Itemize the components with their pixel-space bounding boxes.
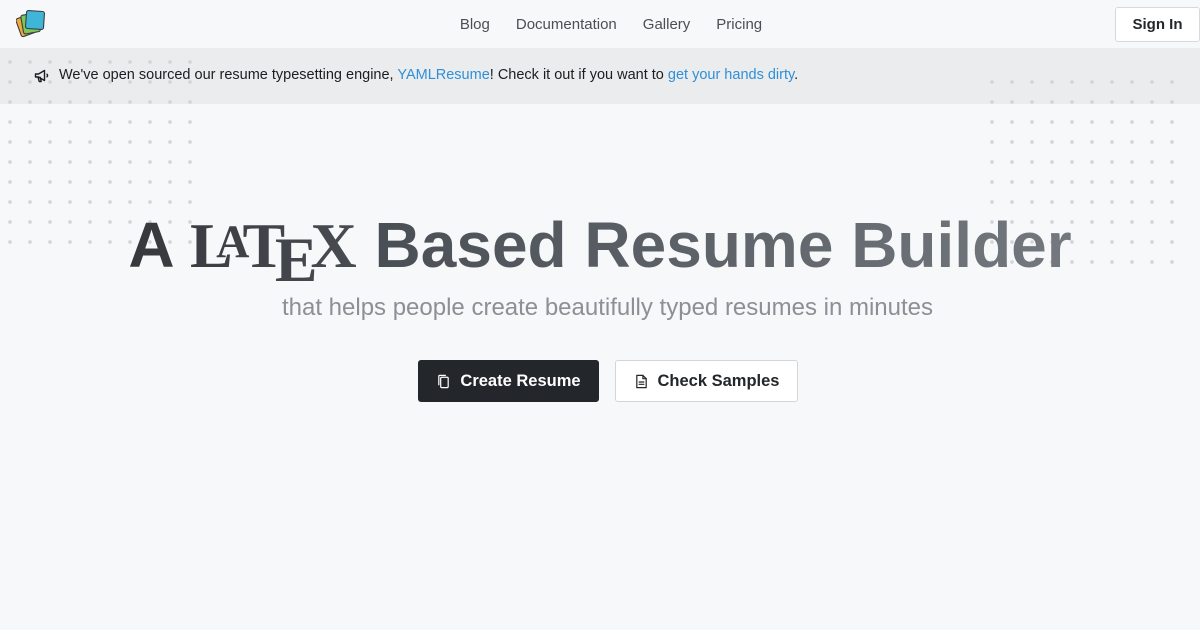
hero-title-suffix: Based Resume Builder: [356, 209, 1072, 282]
hero-title-prefix: A: [128, 209, 190, 282]
logo-icon[interactable]: [16, 8, 48, 38]
yamlresume-link[interactable]: YAMLResume: [397, 67, 489, 83]
nav-pricing-link[interactable]: Pricing: [716, 16, 762, 33]
check-samples-label: Check Samples: [657, 371, 780, 390]
latex-x: X: [310, 210, 357, 282]
nav-documentation-link[interactable]: Documentation: [516, 16, 617, 33]
check-samples-button[interactable]: Check Samples: [615, 360, 798, 402]
main-nav: Blog Documentation Gallery Pricing: [0, 0, 1200, 48]
banner-text-middle: ! Check it out if you want to: [489, 67, 668, 83]
nav-gallery-link[interactable]: Gallery: [643, 16, 691, 33]
create-resume-button[interactable]: Create Resume: [418, 360, 599, 402]
sign-in-button[interactable]: Sign In: [1115, 7, 1200, 42]
banner-text-after: .: [794, 67, 799, 83]
document-icon: [635, 374, 647, 388]
header: Blog Documentation Gallery Pricing Sign …: [0, 0, 1200, 48]
create-resume-label: Create Resume: [460, 371, 581, 390]
hero-subtitle: that helps people create beautifully typ…: [281, 294, 934, 321]
hero-title: A LATEX Based Resume Builder: [0, 200, 1200, 302]
get-your-hands-dirty-link[interactable]: get your hands dirty: [668, 67, 794, 83]
copy-icon: [438, 374, 450, 388]
latex-logo: LATEX: [190, 210, 357, 281]
nav-blog-link[interactable]: Blog: [460, 16, 490, 33]
